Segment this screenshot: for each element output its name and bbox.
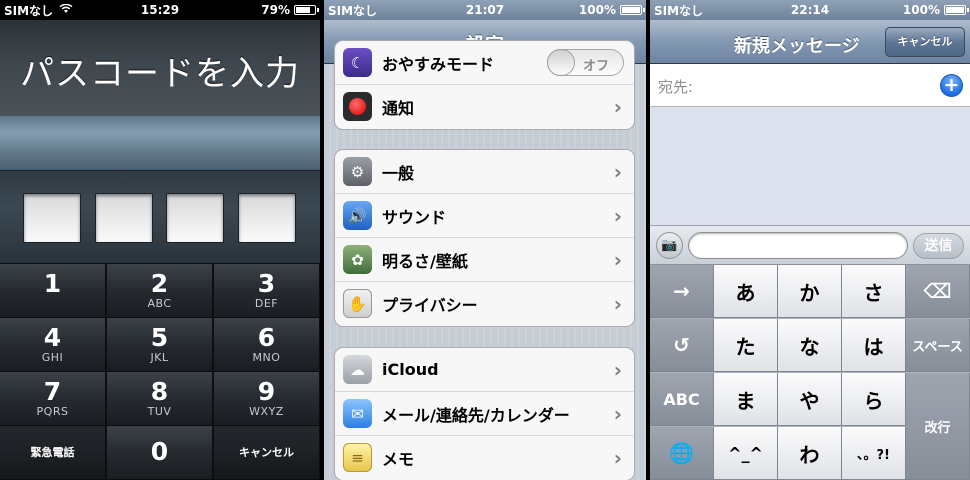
battery-percent: 100% bbox=[902, 3, 940, 17]
camera-icon[interactable]: 📷 bbox=[656, 232, 683, 259]
chevron-right-icon: › bbox=[613, 401, 622, 426]
key-1[interactable]: 1 bbox=[0, 264, 106, 318]
message-input[interactable] bbox=[688, 232, 908, 259]
japanese-keyboard: → あ か さ ⌫ ↺ た な は スペース ABC ま や ら 改行 🌐 ^_… bbox=[650, 265, 970, 480]
globe-key[interactable]: 🌐 bbox=[650, 427, 714, 480]
undo-key[interactable]: ↺ bbox=[650, 319, 714, 372]
battery-percent: 79% bbox=[261, 3, 290, 17]
settings-row-general[interactable]: ⚙ 一般 › bbox=[335, 150, 634, 194]
chevron-right-icon: › bbox=[613, 95, 622, 119]
new-message-screen: SIMなし 22:14 100% 新規メッセージ キャンセル 宛先: + 📷 送… bbox=[650, 0, 970, 480]
chevron-right-icon: › bbox=[613, 292, 622, 316]
battery-icon bbox=[944, 5, 969, 15]
chevron-right-icon: › bbox=[613, 247, 622, 272]
add-contact-icon[interactable]: + bbox=[940, 74, 963, 97]
passcode-digit-box[interactable] bbox=[238, 193, 296, 243]
key-na[interactable]: な bbox=[778, 319, 842, 372]
key-ha[interactable]: は bbox=[842, 319, 906, 372]
settings-row-icloud[interactable]: ☁ iCloud › bbox=[335, 348, 634, 392]
passcode-title: パスコードを入力 bbox=[20, 54, 300, 94]
settings-row-privacy[interactable]: ✋ プライバシー › bbox=[335, 282, 634, 326]
gear-icon: ⚙ bbox=[343, 157, 372, 186]
settings-row-mail-contacts-calendars[interactable]: ✉ メール/連絡先/カレンダー › bbox=[335, 392, 634, 436]
passcode-digit-box[interactable] bbox=[23, 193, 81, 243]
chevron-right-icon: › bbox=[613, 159, 622, 184]
passcode-digit-box[interactable] bbox=[166, 193, 224, 243]
hand-icon: ✋ bbox=[343, 289, 372, 318]
flower-icon: ✿ bbox=[343, 245, 372, 274]
delete-key[interactable]: ⌫ bbox=[906, 265, 970, 318]
key-8[interactable]: 8 TUV bbox=[107, 372, 213, 426]
passcode-screen: SIMなし 15:29 79% パスコードを入力 1 2 ABC 3 DEF 4 GH… bbox=[0, 0, 320, 480]
message-navbar: 新規メッセージ キャンセル bbox=[650, 20, 970, 64]
do-not-disturb-toggle[interactable]: オフ bbox=[547, 49, 624, 76]
status-bar: SIMなし 15:29 79% bbox=[0, 0, 320, 20]
passcode-cancel-button[interactable]: キャンセル bbox=[214, 426, 320, 480]
battery-icon bbox=[294, 5, 319, 15]
emoticon-key[interactable]: ^_^ bbox=[714, 427, 778, 480]
settings-list[interactable]: ☾ おやすみモード オフ 通知 › ⚙ 一般 › 🔊 サウンド › ✿ 明るさ/… bbox=[324, 40, 646, 480]
chevron-right-icon: › bbox=[613, 357, 622, 382]
key-4[interactable]: 4 GHI bbox=[0, 318, 106, 372]
next-candidate-key[interactable]: → bbox=[650, 265, 714, 318]
key-0[interactable]: 0 bbox=[107, 426, 213, 480]
status-bar: SIMなし 21:07 100% bbox=[324, 0, 646, 20]
key-ma[interactable]: ま bbox=[714, 373, 778, 426]
emergency-call-button[interactable]: 緊急電話 bbox=[0, 426, 106, 480]
settings-row-notifications[interactable]: 通知 › bbox=[335, 85, 634, 129]
key-ya[interactable]: や bbox=[778, 373, 842, 426]
key-5[interactable]: 5 JKL bbox=[107, 318, 213, 372]
status-bar: SIMなし 22:14 100% bbox=[650, 0, 970, 20]
wallpaper-strip bbox=[0, 116, 320, 170]
punctuation-key[interactable]: 、。?! bbox=[842, 427, 906, 480]
send-button[interactable]: 送信 bbox=[913, 233, 964, 259]
key-7[interactable]: 7 PQRS bbox=[0, 372, 106, 426]
passcode-fields bbox=[0, 170, 320, 264]
passcode-digit-box[interactable] bbox=[95, 193, 153, 243]
page-title: 新規メッセージ bbox=[734, 36, 860, 57]
key-6[interactable]: 6 MNO bbox=[214, 318, 320, 372]
settings-group-notifications: ☾ おやすみモード オフ 通知 › bbox=[334, 40, 635, 130]
passcode-keypad: 1 2 ABC 3 DEF 4 GHI 5 JKL 6 MNO 7 PQRS 8 TUV 9W… bbox=[0, 264, 320, 480]
space-key[interactable]: スペース bbox=[906, 319, 970, 372]
mail-icon: ✉ bbox=[343, 399, 372, 428]
chevron-right-icon: › bbox=[613, 203, 622, 228]
settings-group-accounts: ☁ iCloud › ✉ メール/連絡先/カレンダー › ≡ メモ › bbox=[334, 347, 635, 480]
key-2[interactable]: 2 ABC bbox=[107, 264, 213, 318]
settings-screen: SIMなし 21:07 100% 設定 ☾ おやすみモード オフ 通知 › ⚙ bbox=[324, 0, 646, 480]
battery-charging-icon bbox=[620, 5, 645, 15]
key-ra[interactable]: ら bbox=[842, 373, 906, 426]
settings-row-do-not-disturb[interactable]: ☾ おやすみモード オフ bbox=[335, 41, 634, 85]
notification-icon bbox=[343, 92, 372, 121]
globe-icon: 🌐 bbox=[669, 441, 694, 465]
key-wa[interactable]: わ bbox=[778, 427, 842, 480]
settings-row-brightness-wallpaper[interactable]: ✿ 明るさ/壁紙 › bbox=[335, 238, 634, 282]
battery-percent: 100% bbox=[578, 3, 616, 17]
speaker-icon: 🔊 bbox=[343, 201, 372, 230]
recipient-field[interactable]: 宛先: + bbox=[650, 64, 970, 107]
return-key[interactable]: 改行 bbox=[906, 373, 970, 480]
compose-bar: 📷 送信 bbox=[650, 225, 970, 265]
key-3[interactable]: 3 DEF bbox=[214, 264, 320, 318]
key-ka[interactable]: か bbox=[778, 265, 842, 318]
moon-icon: ☾ bbox=[343, 48, 372, 77]
key-sa[interactable]: さ bbox=[842, 265, 906, 318]
settings-group-general: ⚙ 一般 › 🔊 サウンド › ✿ 明るさ/壁紙 › ✋ プライバシー › bbox=[334, 149, 635, 327]
settings-row-sounds[interactable]: 🔊 サウンド › bbox=[335, 194, 634, 238]
cloud-icon: ☁ bbox=[343, 355, 372, 384]
notes-icon: ≡ bbox=[343, 443, 372, 472]
key-a[interactable]: あ bbox=[714, 265, 778, 318]
key-9[interactable]: 9 WXYZ bbox=[214, 372, 320, 426]
abc-key[interactable]: ABC bbox=[650, 373, 714, 426]
chevron-right-icon: › bbox=[613, 446, 622, 470]
settings-row-notes[interactable]: ≡ メモ › bbox=[335, 436, 634, 480]
recipient-label: 宛先: bbox=[658, 78, 694, 96]
cancel-button[interactable]: キャンセル bbox=[885, 27, 965, 57]
key-ta[interactable]: た bbox=[714, 319, 778, 372]
